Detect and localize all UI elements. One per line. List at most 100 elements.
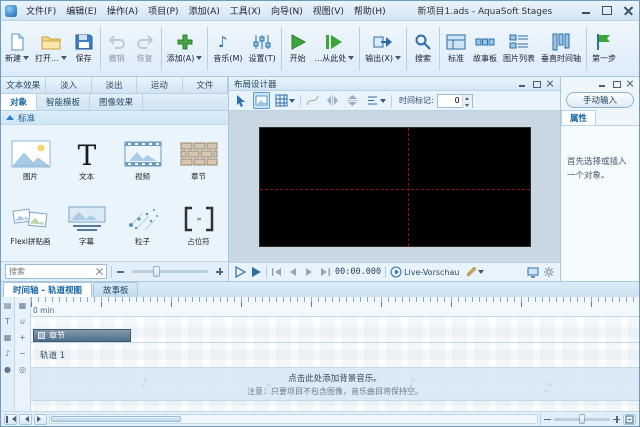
align-button[interactable]	[364, 92, 388, 109]
menu-view[interactable]: 视图(V)	[308, 1, 349, 20]
tab-fade-in[interactable]: 淡入	[46, 77, 92, 93]
panel-minimize-icon[interactable]	[518, 80, 527, 88]
live-preview-toggle[interactable]: Live-Vorschau	[390, 266, 459, 278]
object-flexi-collage[interactable]: Flexi拼贴画	[3, 194, 58, 257]
timeline-empty-band[interactable]	[31, 317, 639, 329]
object-image[interactable]: 图片	[3, 129, 58, 192]
zoom-in-icon[interactable]	[215, 267, 224, 276]
scrollbar-thumb[interactable]	[51, 416, 181, 422]
motion-path-button[interactable]	[304, 92, 321, 109]
canvas-mode-button[interactable]	[253, 92, 270, 109]
time-marker-input[interactable]	[437, 94, 462, 107]
object-placeholder[interactable]: 占位符	[171, 194, 226, 257]
close-icon[interactable]	[621, 5, 635, 17]
remove-track-icon[interactable]: −	[17, 348, 28, 359]
minimize-icon[interactable]	[579, 5, 593, 17]
skip-start-icon[interactable]	[271, 266, 283, 278]
object-particle[interactable]: 粒子	[115, 194, 170, 257]
slider-thumb[interactable]	[153, 266, 161, 277]
preview-canvas[interactable]	[258, 126, 531, 247]
menu-project[interactable]: 项目(P)	[143, 1, 183, 20]
horizontal-scrollbar[interactable]	[49, 414, 538, 424]
scroll-to-start-button[interactable]	[4, 413, 17, 425]
menu-tools[interactable]: 工具(X)	[225, 1, 266, 20]
settings-button[interactable]: 设置(T)	[246, 23, 279, 74]
view-standard-button[interactable]: 标准	[442, 23, 470, 74]
gear-icon[interactable]	[543, 266, 555, 278]
first-steps-button[interactable]: 第一步	[589, 23, 619, 74]
menu-add[interactable]: 添加(A)	[184, 1, 225, 20]
search-button[interactable]: 搜索	[409, 23, 437, 74]
menu-wizard[interactable]: 向导(N)	[266, 1, 308, 20]
add-track-icon[interactable]: +	[17, 332, 28, 343]
menu-operation[interactable]: 操作(A)	[102, 1, 143, 20]
chapter-block[interactable]: 章节	[33, 329, 131, 342]
object-video[interactable]: 视频	[115, 129, 170, 192]
panel-minimize-icon[interactable]	[598, 80, 607, 88]
timeline-ruler[interactable]: 0 min	[31, 297, 639, 317]
designer-canvas-area[interactable]	[229, 111, 560, 262]
new-project-button[interactable]: 新建	[2, 23, 32, 74]
timeline-zoom-slider[interactable]	[554, 413, 610, 424]
tab-properties[interactable]: 属性	[561, 110, 597, 125]
spin-down-icon[interactable]	[462, 101, 472, 109]
menu-edit[interactable]: 编辑(E)	[61, 1, 102, 20]
insert-music-icon[interactable]: ♪	[2, 348, 13, 359]
menu-help[interactable]: 帮助(H)	[349, 1, 391, 20]
tab-motion[interactable]: 运动	[137, 77, 183, 93]
scroll-right-button[interactable]	[34, 413, 47, 425]
add-button[interactable]: 添加(A)	[164, 23, 206, 74]
annotate-button[interactable]	[463, 264, 486, 280]
search-input[interactable]	[6, 267, 106, 276]
tab-objects[interactable]: 对象	[1, 94, 38, 110]
tab-fade-out[interactable]: 淡出	[91, 77, 138, 93]
view-storyboard-button[interactable]: 故事板	[470, 23, 500, 74]
view-vertical-timeline-button[interactable]: 垂直时间轴	[538, 23, 584, 74]
zoom-slider-thumb[interactable]	[579, 413, 586, 424]
icon-size-slider[interactable]	[132, 266, 208, 277]
spin-up-icon[interactable]	[462, 94, 472, 102]
tab-timeline-track-view[interactable]: 时间轴 - 轨道视图	[3, 282, 92, 297]
clear-search-icon[interactable]	[95, 267, 104, 276]
menu-file[interactable]: 文件(F)	[21, 1, 61, 20]
zoom-out-icon[interactable]	[116, 267, 125, 276]
timeline-zoom-out-icon[interactable]	[543, 415, 552, 424]
insert-sound-icon[interactable]: ●	[2, 364, 13, 375]
insert-text-icon[interactable]: T	[2, 316, 13, 327]
tab-storyboard-view[interactable]: 故事板	[92, 282, 139, 297]
zoom-tracks-icon[interactable]: ◎	[17, 364, 28, 375]
open-button[interactable]: 打开...	[32, 23, 70, 74]
undo-button[interactable]: 撤销	[103, 23, 131, 74]
panel-float-icon[interactable]	[612, 80, 621, 88]
panel-close-icon[interactable]	[546, 80, 555, 88]
save-button[interactable]: 保存	[70, 23, 98, 74]
step-forward-icon[interactable]	[303, 266, 315, 278]
track-1-row[interactable]: 轨道 1	[31, 343, 639, 368]
panel-close-icon[interactable]	[626, 80, 635, 88]
tab-text-effects[interactable]: 文本效果	[1, 77, 47, 93]
background-music-track[interactable]: ♪ ♫ ♪ ♫ 点击此处添加背景音乐。 注意：只要项目不包含图像，音乐曲目将保持…	[31, 368, 639, 401]
manual-input-button[interactable]: 手动输入	[566, 92, 634, 108]
tab-image-effects[interactable]: 图像效果	[90, 94, 144, 110]
object-chapter[interactable]: 章节	[171, 129, 226, 192]
insert-image-icon[interactable]: ▤	[2, 300, 13, 311]
object-subtitle[interactable]: 字幕	[59, 194, 114, 257]
redo-button[interactable]: 恢复	[131, 23, 159, 74]
insert-video-icon[interactable]: ▦	[2, 332, 13, 343]
magnet-snap-icon[interactable]: ∪	[17, 316, 28, 327]
flip-horizontal-button[interactable]	[324, 92, 341, 109]
scroll-left-button[interactable]	[19, 413, 32, 425]
object-text[interactable]: T 文本	[59, 129, 114, 192]
section-standard[interactable]: 标准	[1, 111, 228, 125]
output-button[interactable]: 输出(X)	[362, 23, 404, 74]
flip-vertical-button[interactable]	[344, 92, 361, 109]
skip-end-icon[interactable]	[319, 266, 331, 278]
window-layout-icon[interactable]: ▦	[17, 300, 28, 311]
panel-float-icon[interactable]	[532, 80, 541, 88]
timeline-zoom-in-icon[interactable]	[612, 415, 621, 424]
preview-play-icon[interactable]	[234, 266, 246, 278]
tab-smart-templates[interactable]: 智能模板	[37, 94, 91, 110]
music-button[interactable]: ♪ 音乐(M)	[210, 23, 245, 74]
play-from-here-button[interactable]: ...从此处	[312, 23, 358, 74]
preview-play-from-icon[interactable]	[250, 266, 262, 278]
